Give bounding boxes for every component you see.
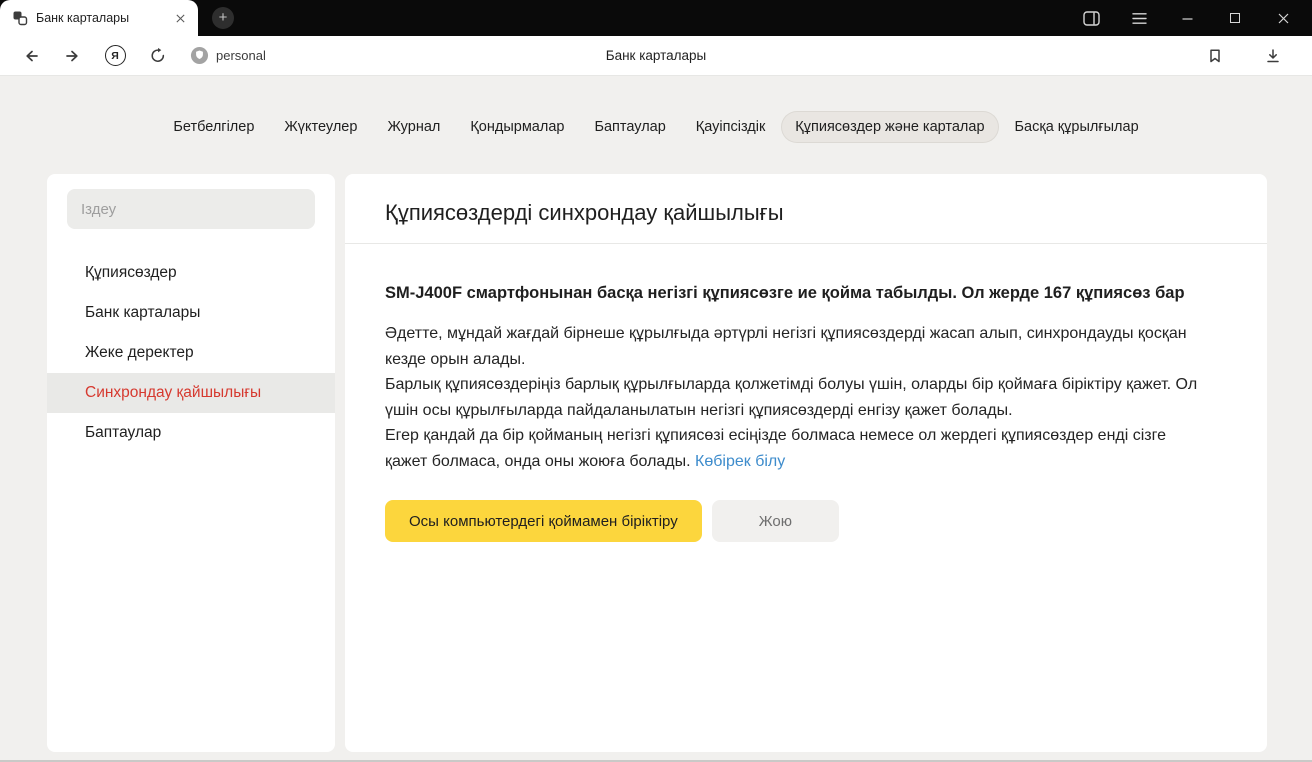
download-button[interactable] xyxy=(1257,41,1289,71)
merge-button[interactable]: Осы компьютердегі қоймамен біріктіру xyxy=(385,500,702,542)
nav-tab-downloads[interactable]: Жүктеулер xyxy=(271,112,370,142)
nav-tab-passwords-cards[interactable]: Құпиясөздер және карталар xyxy=(782,112,997,142)
shield-icon xyxy=(190,46,209,65)
sidebar-item-personal-data[interactable]: Жеке деректер xyxy=(47,333,335,373)
close-window-button[interactable] xyxy=(1266,4,1300,32)
delete-button[interactable]: Жою xyxy=(712,500,839,542)
menu-icon xyxy=(1132,12,1147,25)
close-icon xyxy=(1278,13,1289,24)
back-arrow-icon xyxy=(22,47,40,65)
paragraph-3: Егер қандай да бір қойманың негізгі құпи… xyxy=(385,423,1209,474)
new-tab-button[interactable]: + xyxy=(212,7,234,29)
download-icon xyxy=(1265,48,1281,64)
refresh-icon xyxy=(149,47,166,64)
maximize-icon xyxy=(1230,13,1240,23)
sidebar-item-bank-cards[interactable]: Банк карталары xyxy=(47,293,335,333)
maximize-button[interactable] xyxy=(1218,4,1252,32)
forward-arrow-icon xyxy=(64,47,82,65)
yandex-logo-icon: Я xyxy=(105,45,126,66)
bookmark-button[interactable] xyxy=(1199,41,1231,71)
back-button[interactable] xyxy=(15,41,47,71)
nav-tab-security[interactable]: Қауіпсіздік xyxy=(683,112,779,142)
action-buttons: Осы компьютердегі қоймамен біріктіру Жою xyxy=(385,500,1209,542)
plus-icon: + xyxy=(219,10,228,25)
main-panel: Құпиясөздерді синхрондау қайшылығы SM-J4… xyxy=(345,174,1267,752)
page-title: Құпиясөздерді синхрондау қайшылығы xyxy=(385,199,1235,227)
main-body: SM-J400F смартфонынан басқа негізгі құпи… xyxy=(345,244,1267,542)
browser-menu-button[interactable] xyxy=(1122,4,1156,32)
sidebar-item-passwords[interactable]: Құпиясөздер xyxy=(47,253,335,293)
nav-tab-settings[interactable]: Баптаулар xyxy=(581,112,678,142)
main-header: Құпиясөздерді синхрондау қайшылығы xyxy=(345,174,1267,227)
sidebar: Құпиясөздер Банк карталары Жеке деректер… xyxy=(47,174,335,752)
paragraph-1: Әдетте, мұндай жағдай бірнеше құрылғыда … xyxy=(385,321,1209,372)
yandex-letter: Я xyxy=(111,50,119,62)
settings-nav: Бетбелгілер Жүктеулер Журнал Қондырмалар… xyxy=(0,112,1312,142)
protect-badge[interactable]: personal xyxy=(190,46,266,65)
sidebar-item-settings[interactable]: Баптаулар xyxy=(47,413,335,453)
sidebar-menu: Құпиясөздер Банк карталары Жеке деректер… xyxy=(47,253,335,453)
refresh-button[interactable] xyxy=(141,41,173,71)
minimize-icon xyxy=(1182,13,1193,24)
side-panel-icon xyxy=(1083,11,1100,26)
browser-toolbar: Я personal Банк карталары xyxy=(0,36,1312,76)
conflict-heading: SM-J400F смартфонынан басқа негізгі құпи… xyxy=(385,280,1209,307)
nav-tab-extensions[interactable]: Қондырмалар xyxy=(457,112,577,142)
paragraph-2: Барлық құпиясөздеріңіз барлық құрылғылар… xyxy=(385,372,1209,423)
yandex-logo-button[interactable]: Я xyxy=(99,41,131,71)
learn-more-link[interactable]: Көбірек білу xyxy=(695,453,785,470)
page-favicon-icon xyxy=(12,10,28,26)
side-panel-button[interactable] xyxy=(1074,4,1108,32)
toolbar-page-title: Банк карталары xyxy=(606,48,707,63)
settings-page: Бетбелгілер Жүктеулер Журнал Қондырмалар… xyxy=(0,76,1312,762)
search-input[interactable] xyxy=(67,189,315,229)
forward-button[interactable] xyxy=(57,41,89,71)
protect-label: personal xyxy=(216,48,266,63)
close-icon xyxy=(176,14,185,23)
browser-tab[interactable]: Банк карталары xyxy=(0,0,198,36)
toolbar-right xyxy=(1194,41,1302,71)
nav-tab-history[interactable]: Журнал xyxy=(374,112,453,142)
nav-tab-bookmarks[interactable]: Бетбелгілер xyxy=(160,112,267,142)
tab-close-button[interactable] xyxy=(170,8,190,28)
window-controls xyxy=(1074,0,1312,36)
nav-tab-other-devices[interactable]: Басқа құрылғылар xyxy=(1002,112,1152,142)
content-cards: Құпиясөздер Банк карталары Жеке деректер… xyxy=(47,174,1267,752)
tab-title: Банк карталары xyxy=(36,11,162,25)
window-titlebar: Банк карталары + xyxy=(0,0,1312,36)
sidebar-item-sync-conflict[interactable]: Синхрондау қайшылығы xyxy=(47,373,335,413)
minimize-button[interactable] xyxy=(1170,4,1204,32)
bookmark-icon xyxy=(1207,48,1223,64)
